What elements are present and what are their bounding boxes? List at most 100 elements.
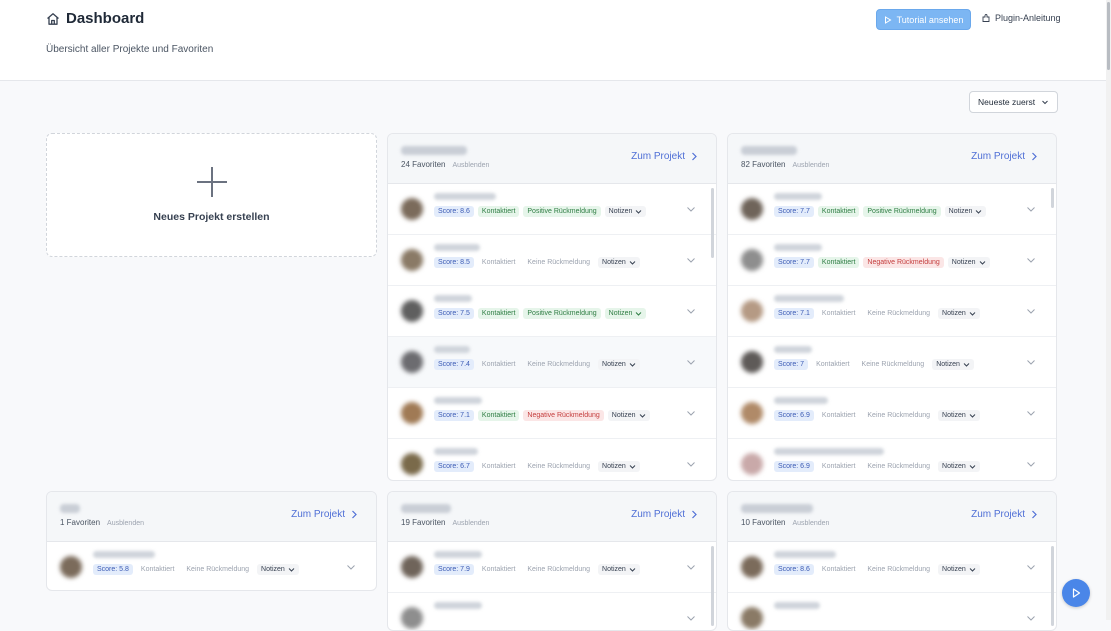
feedback-badge[interactable]: Keine Rückmeldung [523, 461, 594, 472]
feedback-badge[interactable]: Positive Rückmeldung [523, 308, 601, 319]
expand-chevron-icon[interactable] [1026, 357, 1036, 367]
floating-play-button[interactable] [1062, 579, 1090, 607]
favorite-row[interactable]: Score: 8.6 Kontaktiert Positive Rückmeldun… [388, 184, 716, 235]
contacted-badge[interactable]: Kontaktiert [477, 410, 520, 421]
feedback-badge[interactable]: Negative Rückmeldung [523, 410, 604, 421]
open-project-link[interactable]: Zum Projekt [971, 151, 1038, 162]
expand-chevron-icon[interactable] [686, 459, 696, 469]
expand-chevron-icon[interactable] [686, 204, 696, 214]
sort-select[interactable]: Neueste zuerst [969, 91, 1058, 113]
contacted-badge[interactable]: Kontaktiert [137, 564, 178, 575]
favorites-list[interactable]: Score: 7.9 Kontaktiert Keine Rückmeldung No… [388, 542, 716, 630]
list-scrollbar[interactable] [1051, 546, 1054, 626]
expand-chevron-icon[interactable] [1026, 613, 1036, 623]
open-project-link[interactable]: Zum Projekt [291, 509, 358, 520]
expand-chevron-icon[interactable] [1026, 306, 1036, 316]
open-project-link[interactable]: Zum Projekt [631, 151, 698, 162]
favorite-row[interactable]: Score: 7 Kontaktiert Keine Rückmeldung Noti… [728, 337, 1056, 388]
feedback-badge[interactable]: Keine Rückmeldung [863, 308, 934, 319]
notes-dropdown[interactable]: Notizen [947, 257, 990, 268]
contacted-badge[interactable]: Kontaktiert [818, 308, 859, 319]
notes-dropdown[interactable]: Notizen [604, 206, 647, 217]
plugin-guide-link[interactable]: Plugin-Anleitung [981, 13, 1061, 23]
favorite-row[interactable] [728, 593, 1056, 630]
hide-link[interactable]: Ausblenden [107, 520, 144, 527]
contacted-badge[interactable]: Kontaktiert [817, 257, 860, 268]
contacted-badge[interactable]: Kontaktiert [478, 461, 519, 472]
expand-chevron-icon[interactable] [1026, 562, 1036, 572]
favorite-row[interactable]: Score: 7.7 Kontaktiert Positive Rückmeldun… [728, 184, 1056, 235]
expand-chevron-icon[interactable] [686, 255, 696, 265]
favorites-list[interactable]: Score: 8.6 Kontaktiert Keine Rückmeldung No… [728, 542, 1056, 630]
contacted-badge[interactable]: Kontaktiert [478, 564, 519, 575]
notes-dropdown[interactable]: Notizen [257, 564, 299, 575]
feedback-badge[interactable]: Negative Rückmeldung [863, 257, 944, 268]
hide-link[interactable]: Ausblenden [792, 162, 829, 169]
expand-chevron-icon[interactable] [686, 306, 696, 316]
notes-dropdown[interactable]: Notizen [932, 359, 974, 370]
favorite-row[interactable]: Score: 7.5 Kontaktiert Positive Rückmeldun… [388, 286, 716, 337]
contacted-badge[interactable]: Kontaktiert [818, 461, 859, 472]
expand-chevron-icon[interactable] [1026, 255, 1036, 265]
notes-dropdown[interactable]: Notizen [598, 257, 640, 268]
hide-link[interactable]: Ausblenden [792, 520, 829, 527]
contacted-badge[interactable]: Kontaktiert [477, 206, 520, 217]
expand-chevron-icon[interactable] [686, 613, 696, 623]
feedback-badge[interactable]: Keine Rückmeldung [858, 359, 929, 370]
page-scrollbar[interactable] [1106, 0, 1111, 620]
notes-dropdown[interactable]: Notizen [604, 308, 647, 319]
favorite-row[interactable]: Score: 7.1 Kontaktiert Keine Rückmeldung No… [728, 286, 1056, 337]
favorites-list[interactable]: Score: 8.6 Kontaktiert Positive Rückmeldun… [388, 184, 716, 480]
contacted-badge[interactable]: Kontaktiert [817, 206, 860, 217]
page-scrollbar-thumb[interactable] [1107, 2, 1110, 70]
favorite-row[interactable]: Score: 8.5 Kontaktiert Keine Rückmeldung No… [388, 235, 716, 286]
feedback-badge[interactable]: Keine Rückmeldung [523, 257, 594, 268]
contacted-badge[interactable]: Kontaktiert [812, 359, 853, 370]
contacted-badge[interactable]: Kontaktiert [818, 410, 859, 421]
favorite-row[interactable]: Score: 7.7 Kontaktiert Negative Rückmeldun… [728, 235, 1056, 286]
favorite-row[interactable]: Score: 6.9 Kontaktiert Keine Rückmeldung No… [728, 388, 1056, 439]
expand-chevron-icon[interactable] [1026, 408, 1036, 418]
list-scrollbar[interactable] [711, 546, 714, 626]
contacted-badge[interactable]: Kontaktiert [478, 257, 519, 268]
contacted-badge[interactable]: Kontaktiert [477, 308, 520, 319]
notes-dropdown[interactable]: Notizen [598, 564, 640, 575]
feedback-badge[interactable]: Keine Rückmeldung [863, 410, 934, 421]
favorites-list[interactable]: Score: 5.8 Kontaktiert Keine Rückmeldung No… [47, 542, 376, 590]
expand-chevron-icon[interactable] [686, 562, 696, 572]
contacted-badge[interactable]: Kontaktiert [478, 359, 519, 370]
feedback-badge[interactable]: Keine Rückmeldung [523, 564, 594, 575]
favorite-row[interactable]: Score: 7.4 Kontaktiert Keine Rückmeldung No… [388, 337, 716, 388]
feedback-badge[interactable]: Keine Rückmeldung [182, 564, 253, 575]
open-project-link[interactable]: Zum Projekt [631, 509, 698, 520]
feedback-badge[interactable]: Positive Rückmeldung [863, 206, 941, 217]
new-project-card[interactable]: Neues Projekt erstellen [46, 133, 377, 257]
notes-dropdown[interactable]: Notizen [944, 206, 987, 217]
expand-chevron-icon[interactable] [686, 408, 696, 418]
list-scrollbar[interactable] [1051, 188, 1054, 208]
list-scrollbar[interactable] [711, 188, 714, 258]
feedback-badge[interactable]: Keine Rückmeldung [863, 564, 934, 575]
feedback-badge[interactable]: Positive Rückmeldung [523, 206, 601, 217]
contacted-badge[interactable]: Kontaktiert [818, 564, 859, 575]
notes-dropdown[interactable]: Notizen [938, 308, 980, 319]
notes-dropdown[interactable]: Notizen [598, 359, 640, 370]
favorite-row[interactable]: Score: 7.1 Kontaktiert Negative Rückmeldun… [388, 388, 716, 439]
expand-chevron-icon[interactable] [1026, 204, 1036, 214]
expand-chevron-icon[interactable] [1026, 459, 1036, 469]
hide-link[interactable]: Ausblenden [452, 520, 489, 527]
feedback-badge[interactable]: Keine Rückmeldung [523, 359, 594, 370]
notes-dropdown[interactable]: Notizen [938, 410, 980, 421]
favorite-row[interactable] [388, 593, 716, 630]
notes-dropdown[interactable]: Notizen [938, 461, 980, 472]
expand-chevron-icon[interactable] [686, 357, 696, 367]
notes-dropdown[interactable]: Notizen [938, 564, 980, 575]
notes-dropdown[interactable]: Notizen [598, 461, 640, 472]
favorite-row[interactable]: Score: 6.7 Kontaktiert Keine Rückmeldung No… [388, 439, 716, 480]
favorite-row[interactable]: Score: 7.9 Kontaktiert Keine Rückmeldung No… [388, 542, 716, 593]
expand-chevron-icon[interactable] [346, 562, 356, 572]
notes-dropdown[interactable]: Notizen [607, 410, 650, 421]
favorite-row[interactable]: Score: 8.6 Kontaktiert Keine Rückmeldung No… [728, 542, 1056, 593]
tutorial-button[interactable]: Tutorial ansehen [876, 9, 971, 30]
favorite-row[interactable]: Score: 5.8 Kontaktiert Keine Rückmeldung No… [47, 542, 376, 590]
